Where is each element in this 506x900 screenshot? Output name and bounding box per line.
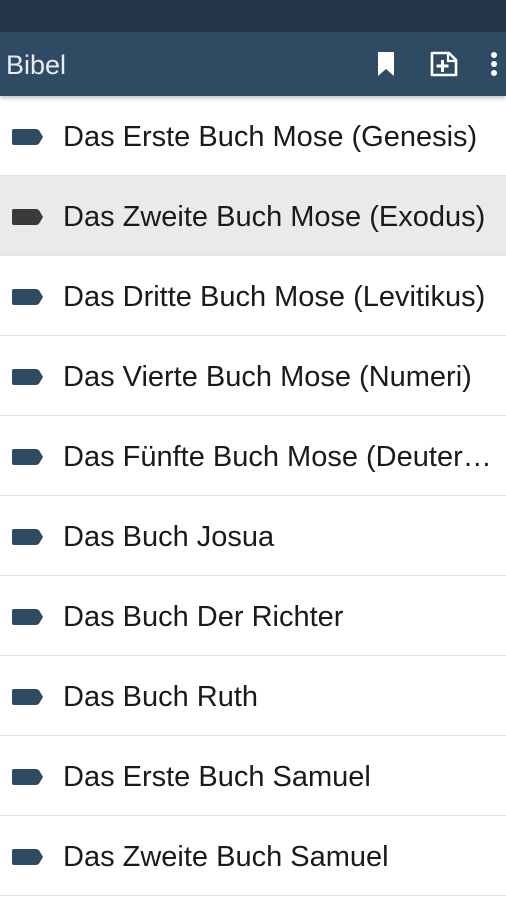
- add-note-button[interactable]: [427, 48, 461, 80]
- label-tag-icon: [12, 209, 43, 225]
- more-vert-icon: [491, 52, 497, 76]
- book-title: Das Buch Ruth: [63, 681, 259, 713]
- app-bar: Bibel: [0, 32, 506, 96]
- book-title: Das Buch Josua: [63, 521, 275, 553]
- book-list: Das Erste Buch Mose (Genesis) Das Zweite …: [0, 96, 506, 900]
- book-title: Das Zweite Buch Mose (Exodus): [63, 201, 486, 233]
- label-tag-icon: [12, 449, 43, 465]
- label-tag-icon: [12, 289, 43, 305]
- book-list-item[interactable]: Das Erste Buch Samuel: [0, 736, 506, 816]
- add-note-icon: [430, 51, 458, 77]
- book-title: Das Buch Der Richter: [63, 601, 344, 633]
- app-title: Bibel: [6, 50, 67, 80]
- label-tag-icon: [12, 529, 43, 545]
- book-title: Das Zweite Buch Samuel: [63, 841, 389, 873]
- book-title: Das Fünfte Buch Mose (Deuteronomium): [63, 441, 506, 473]
- book-title: Das Vierte Buch Mose (Numeri): [63, 361, 472, 393]
- book-title: Das Erste Buch Mose (Genesis): [63, 121, 478, 153]
- book-list-item[interactable]: Das Zweite Buch Samuel: [0, 816, 506, 896]
- bookmarks-button[interactable]: [372, 48, 400, 80]
- label-tag-icon: [12, 769, 43, 785]
- book-title: Das Erste Buch Samuel: [63, 761, 371, 793]
- book-list-item[interactable]: Das Buch Ruth: [0, 656, 506, 736]
- label-tag-icon: [12, 609, 43, 625]
- book-list-item[interactable]: Das Fünfte Buch Mose (Deuteronomium): [0, 416, 506, 496]
- book-list-item[interactable]: Das Buch Josua: [0, 496, 506, 576]
- book-list-item[interactable]: Das Dritte Buch Mose (Levitikus): [0, 256, 506, 336]
- label-tag-icon: [12, 369, 43, 385]
- overflow-menu-button[interactable]: [484, 48, 504, 80]
- status-bar: [0, 0, 506, 32]
- book-list-item[interactable]: Das Zweite Buch Mose (Exodus): [0, 176, 506, 256]
- bookmark-icon: [378, 52, 394, 76]
- book-title: Das Dritte Buch Mose (Levitikus): [63, 281, 486, 313]
- label-tag-icon: [12, 689, 43, 705]
- label-tag-icon: [12, 129, 43, 145]
- book-list-item[interactable]: Das Vierte Buch Mose (Numeri): [0, 336, 506, 416]
- label-tag-icon: [12, 849, 43, 865]
- book-list-item[interactable]: Das Buch Der Richter: [0, 576, 506, 656]
- book-list-item[interactable]: Das Erste Buch Mose (Genesis): [0, 96, 506, 176]
